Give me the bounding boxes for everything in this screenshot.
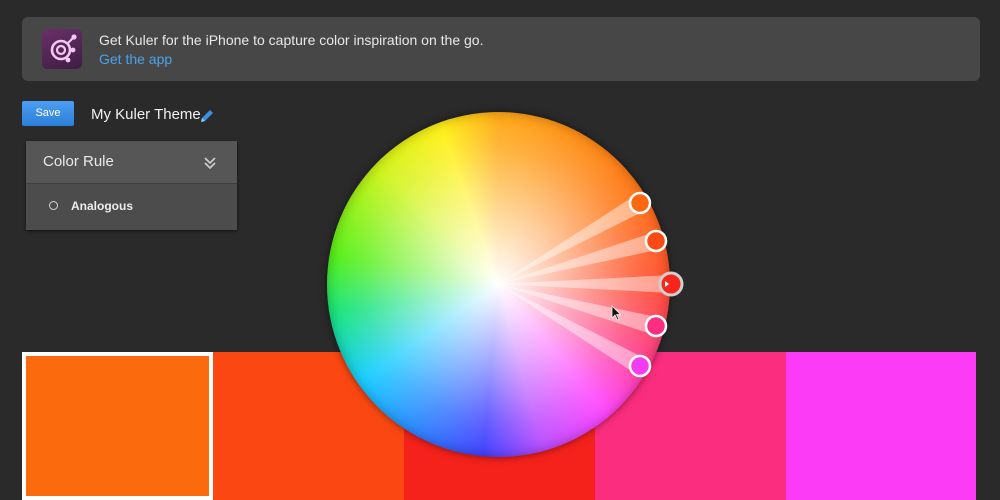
color-marker[interactable] (628, 191, 652, 215)
base-color-marker[interactable] (658, 271, 684, 297)
kuler-app-icon[interactable] (42, 29, 82, 69)
color-swatch-5[interactable] (786, 352, 976, 500)
marker-beam (498, 195, 645, 284)
color-wheel[interactable] (327, 112, 684, 457)
save-button[interactable]: Save (22, 101, 74, 126)
mouse-cursor-icon (611, 305, 622, 321)
pencil-icon[interactable] (199, 108, 215, 124)
color-marker[interactable] (644, 229, 668, 253)
color-rule-panel: Color Rule Analogous (26, 141, 237, 230)
radio-icon[interactable] (49, 201, 58, 210)
rule-option-label: Analogous (71, 199, 133, 213)
color-swatch-1[interactable] (22, 352, 213, 500)
chevron-double-down-icon[interactable] (200, 153, 220, 173)
wheel-markers-layer (498, 191, 684, 378)
banner-message: Get Kuler for the iPhone to capture colo… (99, 32, 484, 48)
color-rule-header[interactable]: Color Rule (26, 141, 237, 184)
get-the-app-link[interactable]: Get the app (99, 51, 172, 67)
theme-name[interactable]: My Kuler Theme (91, 106, 201, 123)
rule-option-analogous[interactable]: Analogous (26, 184, 237, 230)
color-marker[interactable] (644, 314, 668, 338)
color-rule-title: Color Rule (43, 153, 114, 170)
color-marker[interactable] (628, 354, 652, 378)
marker-beam (498, 284, 645, 374)
app-promo-banner: Get Kuler for the iPhone to capture colo… (22, 17, 980, 81)
